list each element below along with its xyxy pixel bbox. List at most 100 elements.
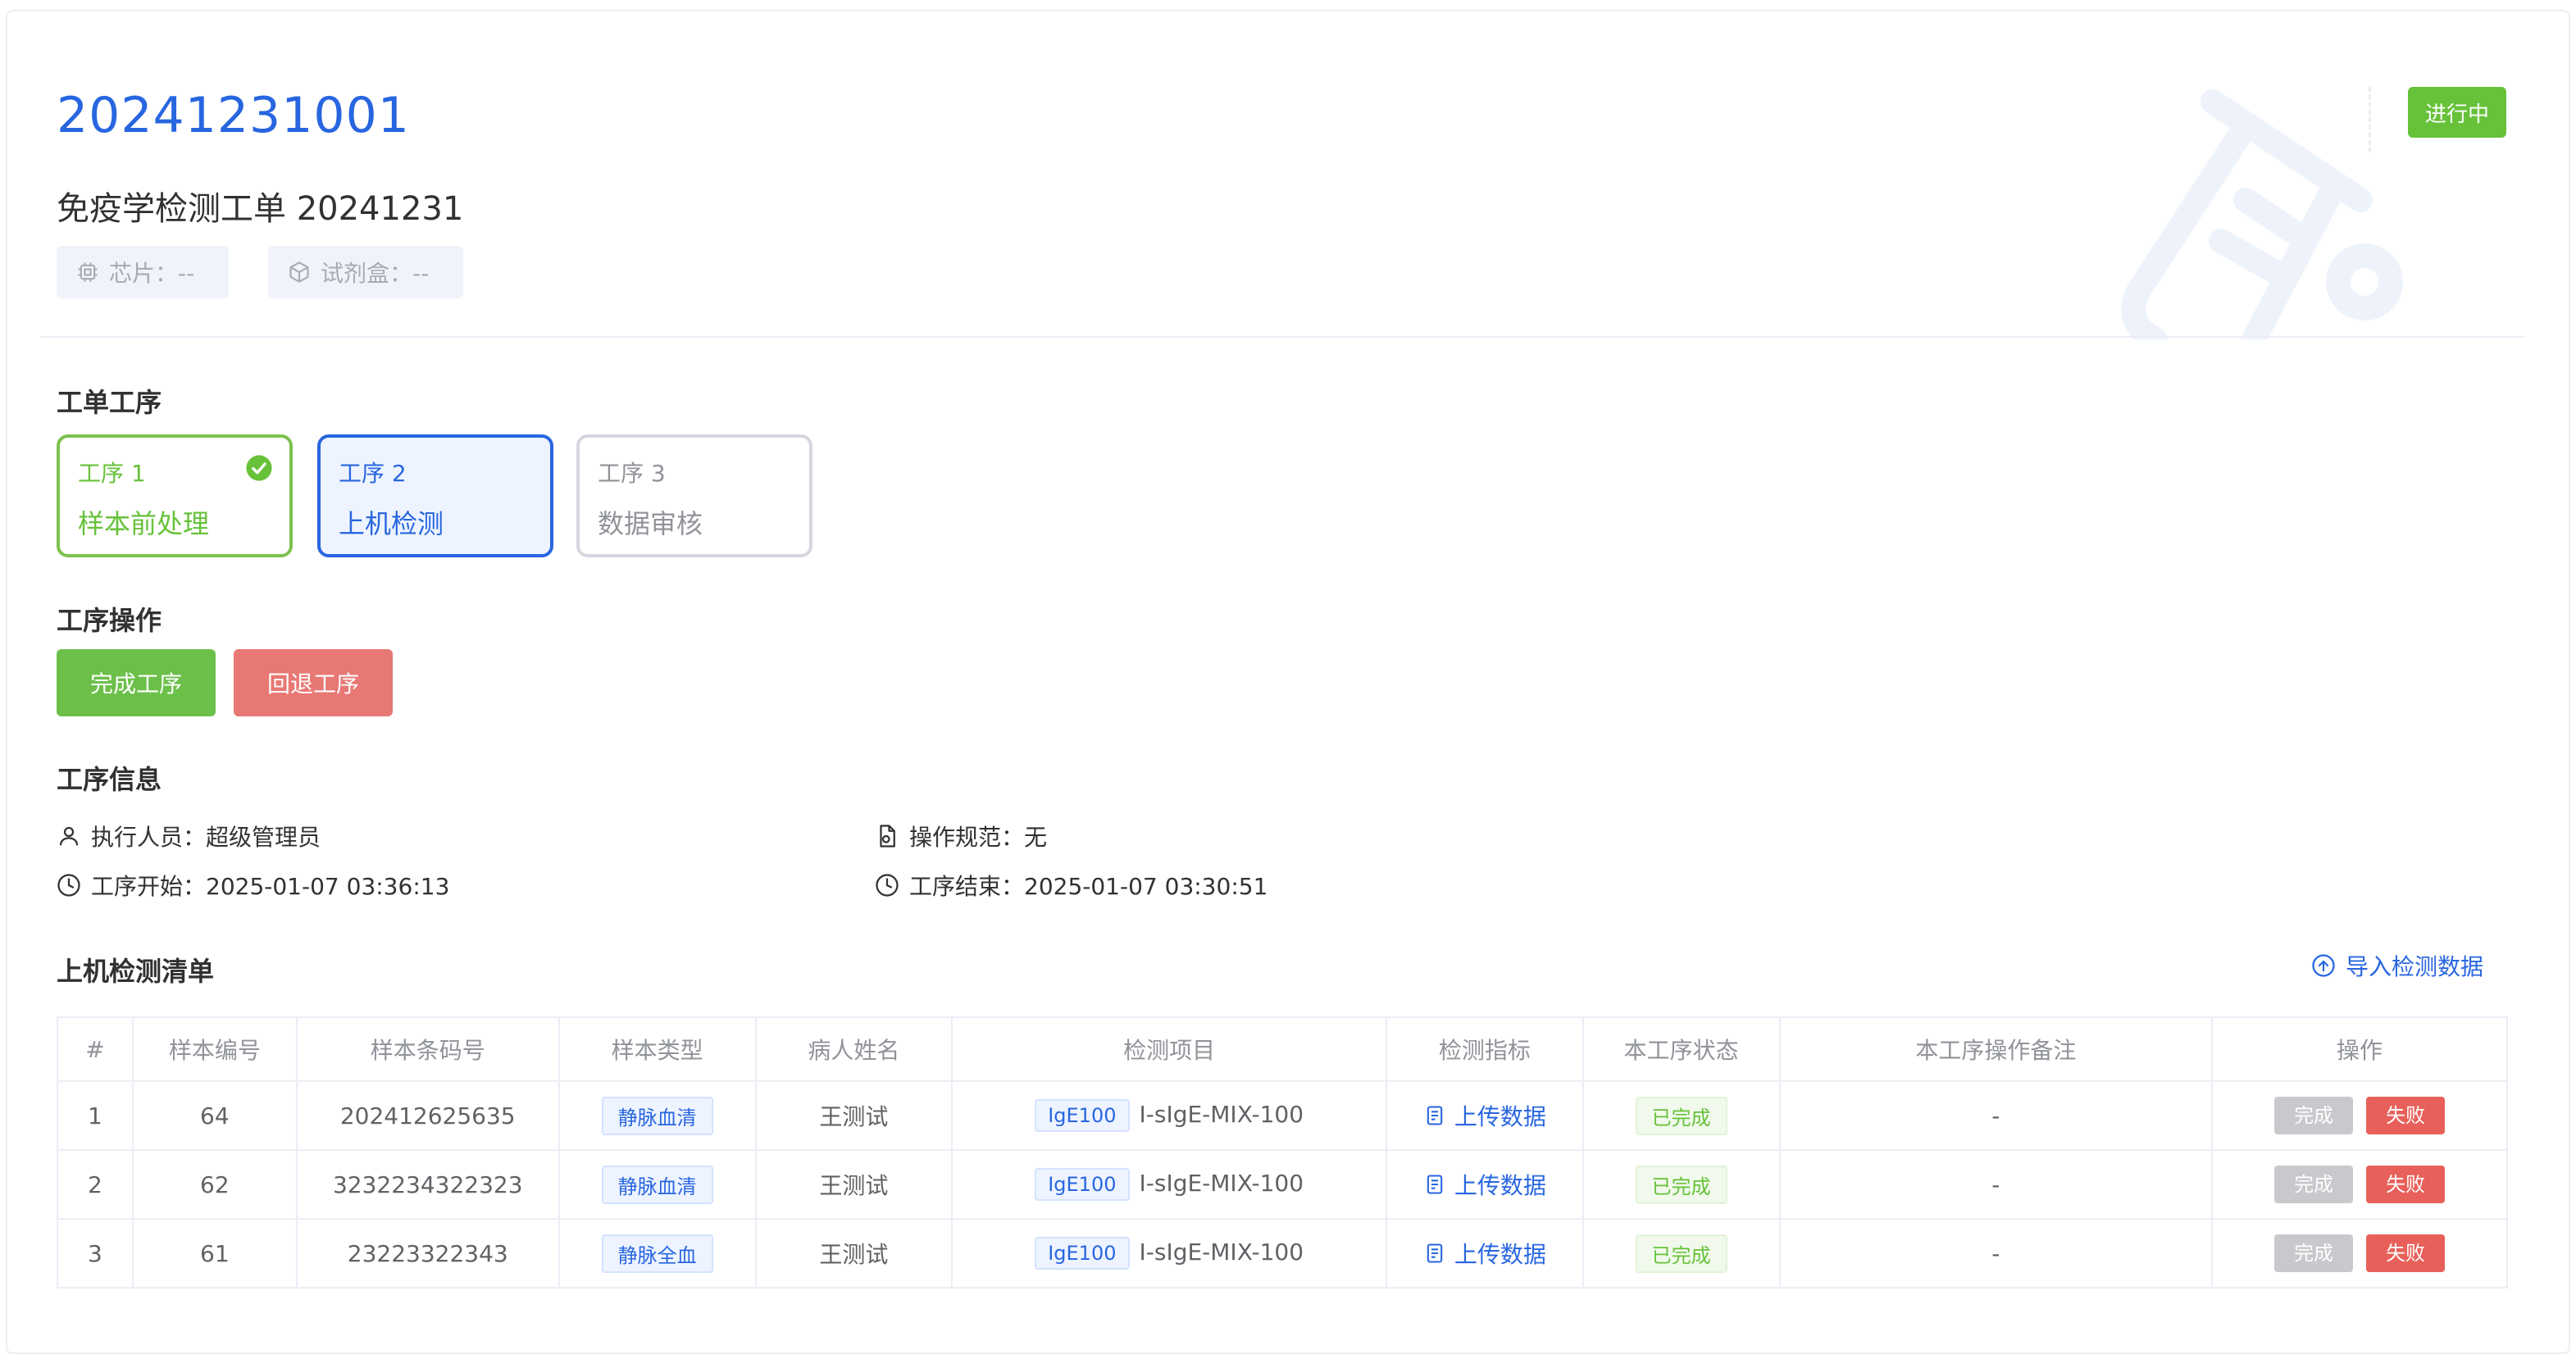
order-number: 20241231001: [57, 87, 410, 144]
status-tag: 已完成: [1635, 1234, 1727, 1273]
table-row: 3 61 23223322343 静脉全血 王测试 IgE100 I-sIgE-M…: [57, 1218, 2508, 1289]
column-header: 样本类型: [558, 1016, 757, 1082]
detection-table: # 样本编号 样本条码号 样本类型 病人姓名 检测项目 检测指标 本工序状态 本…: [57, 1016, 2508, 1289]
upload-data-link[interactable]: 上传数据: [1423, 1099, 1546, 1132]
box-icon: [289, 261, 309, 283]
kit-label: 试剂盒：--: [321, 260, 430, 287]
header-divider: [2369, 87, 2371, 152]
test-tube-icon: [2121, 89, 2403, 339]
sample-type-tag: 静脉血清: [601, 1165, 713, 1204]
column-header: 样本编号: [131, 1016, 298, 1082]
upload-label: 上传数据: [1454, 1240, 1546, 1268]
end-text: 工序结束：2025-01-07 03:30:51: [909, 873, 1268, 900]
table-header-row: # 样本编号 样本条码号 样本类型 病人姓名 检测项目 检测指标 本工序状态 本…: [57, 1016, 2508, 1082]
operation-section-title: 工序操作: [57, 605, 162, 636]
done-button[interactable]: 完成: [2274, 1166, 2354, 1203]
executor-info: 执行人员：超级管理员: [57, 820, 321, 852]
status-tag: 已完成: [1635, 1165, 1727, 1204]
step-name: 数据审核: [598, 508, 703, 539]
status-badge: 进行中: [2408, 87, 2506, 138]
sample-type-tag: 静脉血清: [601, 1096, 713, 1135]
executor-text: 执行人员：超级管理员: [91, 824, 321, 851]
item-tag: IgE100: [1035, 1237, 1130, 1270]
clock-icon: [57, 874, 80, 897]
column-header: 本工序状态: [1582, 1016, 1781, 1082]
rollback-step-button[interactable]: 回退工序: [234, 649, 393, 716]
fail-button[interactable]: 失败: [2366, 1234, 2446, 1272]
patient-name: 王测试: [754, 1218, 953, 1289]
list-section-title: 上机检测清单: [57, 956, 215, 987]
remark: -: [1778, 1080, 2214, 1151]
import-label: 导入检测数据: [2346, 953, 2484, 980]
upload-label: 上传数据: [1454, 1102, 1546, 1130]
user-icon: [59, 826, 79, 846]
chip-label: 芯片：--: [109, 260, 195, 287]
spec-text: 操作规范：无: [909, 824, 1048, 851]
step-card-3[interactable]: 工序 3 数据审核: [576, 434, 812, 557]
done-button[interactable]: 完成: [2274, 1097, 2354, 1134]
upload-label: 上传数据: [1454, 1171, 1546, 1199]
column-header: 检测指标: [1385, 1016, 1584, 1082]
start-text: 工序开始：2025-01-07 03:36:13: [91, 873, 450, 900]
sample-no: 61: [131, 1218, 298, 1289]
row-index: 1: [57, 1080, 134, 1151]
end-info: 工序结束：2025-01-07 03:30:51: [875, 869, 1268, 902]
column-header: 样本条码号: [295, 1016, 560, 1082]
info-section-title: 工序信息: [57, 764, 162, 795]
kit-tag: 试剂盒：--: [268, 246, 463, 298]
barcode: 202412625635: [295, 1080, 560, 1151]
process-section-title: 工单工序: [57, 387, 162, 418]
barcode: 23223322343: [295, 1218, 560, 1289]
table-row: 1 64 202412625635 静脉血清 王测试 IgE100 I-sIgE-…: [57, 1080, 2508, 1151]
patient-name: 王测试: [754, 1149, 953, 1220]
section-divider: [40, 336, 2524, 338]
chip-icon: [78, 262, 98, 282]
step-name: 样本前处理: [78, 508, 210, 539]
column-header: 检测项目: [951, 1016, 1387, 1082]
step-number: 工序 3: [598, 460, 666, 487]
file-text-icon: [1427, 1105, 1443, 1125]
fail-button[interactable]: 失败: [2366, 1097, 2446, 1134]
step-card-1[interactable]: 工序 1 样本前处理: [57, 434, 293, 557]
fail-button[interactable]: 失败: [2366, 1166, 2446, 1203]
barcode: 3232234322323: [295, 1149, 560, 1220]
table-row: 2 62 3232234322323 静脉血清 王测试 IgE100 I-sIgE…: [57, 1149, 2508, 1220]
spec-info: 操作规范：无: [875, 820, 1047, 852]
remark: -: [1778, 1149, 2214, 1220]
column-header: 病人姓名: [754, 1016, 953, 1082]
start-info: 工序开始：2025-01-07 03:36:13: [57, 869, 449, 902]
column-header: 本工序操作备注: [1778, 1016, 2214, 1082]
remark: -: [1778, 1218, 2214, 1289]
upload-circle-icon: [2312, 954, 2335, 977]
step-card-2[interactable]: 工序 2 上机检测: [317, 434, 553, 557]
item-name: I-sIgE-MIX-100: [1139, 1239, 1304, 1266]
column-header: #: [57, 1016, 134, 1082]
row-index: 2: [57, 1149, 134, 1220]
status-tag: 已完成: [1635, 1096, 1727, 1135]
work-order-card: 20241231001 免疫学检测工单 20241231 芯片：-- 试剂盒：-…: [6, 10, 2570, 1354]
clock-icon: [876, 874, 899, 897]
chip-tag: 芯片：--: [57, 246, 229, 298]
file-text-icon: [1427, 1174, 1443, 1194]
complete-step-button[interactable]: 完成工序: [57, 649, 216, 716]
done-button[interactable]: 完成: [2274, 1234, 2354, 1272]
step-number: 工序 1: [78, 460, 146, 487]
item-name: I-sIgE-MIX-100: [1139, 1170, 1304, 1197]
column-header: 操作: [2211, 1016, 2508, 1082]
upload-data-link[interactable]: 上传数据: [1423, 1168, 1546, 1201]
patient-name: 王测试: [754, 1080, 953, 1151]
row-index: 3: [57, 1218, 134, 1289]
sample-type-tag: 静脉全血: [601, 1234, 713, 1273]
document-icon: [880, 825, 895, 848]
item-name: I-sIgE-MIX-100: [1139, 1101, 1304, 1128]
upload-data-link[interactable]: 上传数据: [1423, 1237, 1546, 1270]
check-circle-icon: [246, 455, 272, 481]
file-text-icon: [1427, 1243, 1443, 1263]
step-name: 上机检测: [339, 508, 444, 539]
order-title: 免疫学检测工单 20241231: [57, 190, 464, 228]
item-tag: IgE100: [1035, 1168, 1130, 1201]
sample-no: 64: [131, 1080, 298, 1151]
import-data-link[interactable]: 导入检测数据: [2311, 949, 2483, 982]
sample-no: 62: [131, 1149, 298, 1220]
item-tag: IgE100: [1035, 1099, 1130, 1132]
